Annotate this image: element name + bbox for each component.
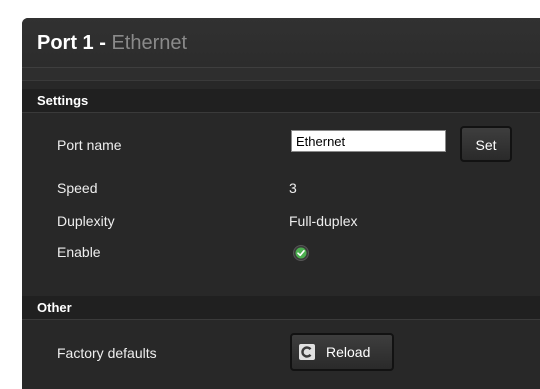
port-name-input[interactable]: [291, 130, 446, 152]
duplexity-label: Duplexity: [57, 213, 115, 229]
panel-header: Port 1 - Ethernet: [22, 18, 540, 68]
speed-label: Speed: [57, 180, 98, 196]
port-panel: Port 1 - Ethernet Settings Port name Set…: [22, 18, 540, 389]
set-button[interactable]: Set: [460, 126, 512, 162]
other-section-title: Other: [37, 300, 72, 315]
speed-value: 3: [289, 180, 297, 196]
check-circle-icon[interactable]: [293, 245, 309, 261]
other-section-bar: Other: [22, 296, 540, 320]
enable-label: Enable: [57, 244, 101, 260]
reload-icon: [299, 344, 315, 360]
factory-defaults-label: Factory defaults: [57, 345, 157, 361]
title-separator: -: [93, 32, 112, 54]
port-label: Port 1: [37, 32, 94, 54]
duplexity-value: Full-duplex: [289, 213, 358, 229]
reload-button[interactable]: Reload: [290, 333, 394, 371]
port-type-label: Ethernet: [111, 32, 188, 54]
settings-section-title: Settings: [37, 93, 89, 108]
port-name-label: Port name: [57, 137, 122, 153]
reload-button-label: Reload: [326, 344, 371, 360]
settings-section-bar: Settings: [22, 89, 540, 113]
page-title: Port 1 - Ethernet: [37, 31, 187, 55]
